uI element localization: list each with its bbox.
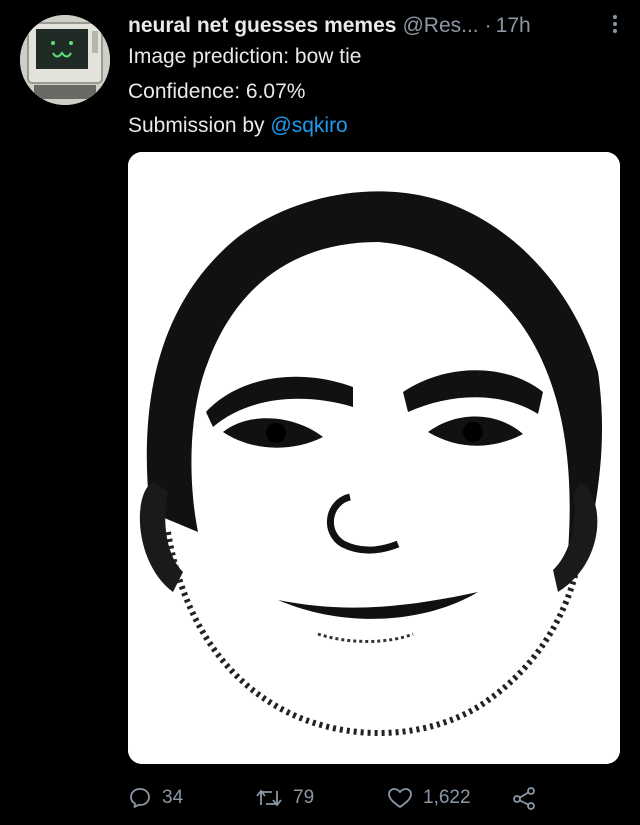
retro-computer-avatar-image	[20, 15, 110, 105]
more-options-icon[interactable]	[610, 12, 620, 40]
timestamp[interactable]: 17h	[496, 14, 531, 38]
like-button[interactable]: 1,622	[387, 778, 471, 818]
speech-bubble-icon	[130, 788, 150, 808]
heart-icon	[388, 788, 412, 808]
prediction-text: Image prediction: bow tie	[128, 45, 362, 68]
like-count: 1,622	[423, 787, 471, 808]
share-icon	[513, 787, 535, 810]
author-name[interactable]: neural net guesses memes	[128, 14, 396, 38]
retweet-arrows-icon	[256, 789, 282, 807]
submission-prefix: Submission by	[128, 114, 271, 137]
share-button[interactable]	[511, 778, 547, 818]
confidence-text: Confidence: 6.07%	[128, 80, 306, 103]
face-drawing-image	[128, 152, 620, 764]
separator-dot: ·	[484, 14, 492, 37]
tweet-actions: 34 79 1,622	[128, 778, 620, 818]
mention-link[interactable]: @sqkiro	[270, 114, 347, 137]
avatar[interactable]	[20, 15, 110, 105]
reply-button[interactable]: 34	[128, 778, 183, 818]
tweet-header: neural net guesses memes @Res... · 17h	[128, 10, 630, 42]
retweet-count: 79	[293, 787, 315, 808]
reply-count: 34	[162, 787, 184, 808]
retweet-button[interactable]: 79	[255, 778, 314, 818]
submission-text: Submission by @sqkiro	[128, 112, 348, 140]
tweet-image[interactable]	[128, 152, 620, 764]
author-handle[interactable]: @Res...	[402, 14, 478, 38]
